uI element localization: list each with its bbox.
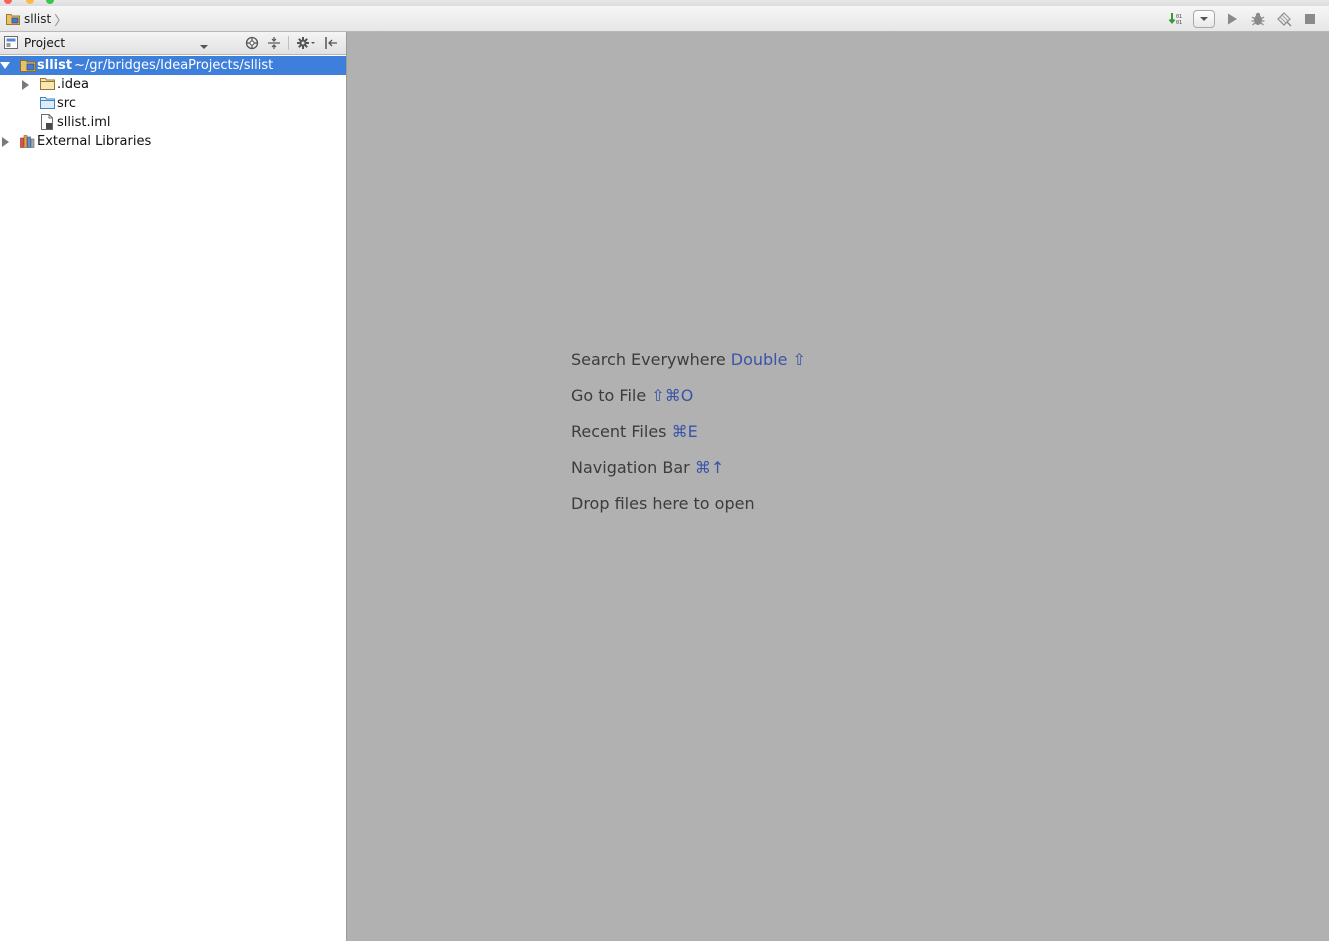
project-tree: sllist ~/gr/bridges/IdeaProjects/sllist … (0, 56, 346, 151)
gear-icon[interactable] (295, 35, 317, 51)
toolbar-separator (288, 36, 289, 50)
zoom-window-button[interactable] (46, 0, 54, 4)
project-module-icon (20, 58, 36, 72)
hint-text: Search Everywhere (571, 350, 726, 369)
libraries-icon (20, 134, 36, 148)
source-folder-icon (40, 97, 56, 111)
hint-navigation-bar: Navigation Bar ⌘↑ (571, 458, 806, 494)
hint-search-everywhere: Search Everywhere Double ⇧ (571, 350, 806, 386)
project-view-label: Project (24, 36, 66, 50)
hint-text: Go to File (571, 386, 647, 405)
empty-editor-hints: Search Everywhere Double ⇧ Go to File ⇧⌘… (571, 350, 806, 530)
navigation-bar: sllist 〉 01 01 (0, 6, 1329, 32)
project-panel-actions (244, 35, 339, 51)
module-file-icon (40, 114, 56, 130)
tree-item-project-root[interactable]: sllist ~/gr/bridges/IdeaProjects/sllist (0, 56, 346, 75)
debug-icon[interactable] (1249, 10, 1267, 28)
expand-arrow-right-icon[interactable] (20, 79, 30, 90)
editor-area[interactable]: Search Everywhere Double ⇧ Go to File ⇧⌘… (347, 32, 1329, 941)
close-window-button[interactable] (4, 0, 12, 4)
expand-arrow-down-icon[interactable] (0, 61, 10, 71)
breadcrumb[interactable]: sllist 〉 (6, 10, 68, 29)
project-view-icon (4, 36, 20, 50)
minimize-window-button[interactable] (26, 0, 34, 4)
build-icon[interactable]: 01 01 (1167, 10, 1185, 28)
chevron-down-icon (200, 39, 208, 53)
breadcrumb-separator-icon: 〉 (54, 13, 68, 29)
project-folder-icon (6, 13, 20, 25)
run-configuration-dropdown[interactable] (1193, 10, 1215, 28)
project-tool-window: Project sllist ~/gr/bridges/IdeaProjects… (0, 32, 347, 941)
ide-window: sllist 〉 01 01 Project sllist ~/gr/bridg… (0, 0, 1329, 941)
run-icon[interactable] (1223, 10, 1241, 28)
tree-item-src-folder[interactable]: src (0, 94, 346, 113)
svg-text:01: 01 (1176, 20, 1182, 26)
hide-panel-icon[interactable] (323, 35, 339, 51)
scroll-from-source-icon[interactable] (244, 35, 260, 51)
folder-icon (40, 78, 56, 92)
stop-icon[interactable] (1301, 10, 1319, 28)
tree-item-label: External Libraries (37, 134, 152, 149)
tree-item-label: sllist.iml (57, 115, 111, 130)
hint-drop-files: Drop files here to open (571, 494, 806, 530)
hint-shortcut: ⌘↑ (694, 458, 725, 477)
hint-go-to-file: Go to File ⇧⌘O (571, 386, 806, 422)
project-panel-header: Project (0, 32, 346, 55)
hint-text: Navigation Bar (571, 458, 690, 477)
hint-shortcut: ⇧⌘O (651, 386, 694, 405)
collapse-all-icon[interactable] (266, 35, 282, 51)
project-view-selector[interactable]: Project (4, 35, 208, 51)
hint-text: Drop files here to open (571, 494, 755, 513)
hint-recent-files: Recent Files ⌘E (571, 422, 806, 458)
tree-item-iml-file[interactable]: sllist.iml (0, 113, 346, 132)
expand-arrow-right-icon[interactable] (0, 136, 10, 147)
run-toolbar: 01 01 (1167, 9, 1319, 29)
hint-text: Recent Files (571, 422, 667, 441)
hint-shortcut: ⌘E (671, 422, 698, 441)
tree-item-path: ~/gr/bridges/IdeaProjects/sllist (74, 58, 274, 73)
tree-item-label: sllist (37, 58, 73, 73)
tree-item-external-libraries[interactable]: External Libraries (0, 132, 346, 151)
tree-item-label: .idea (57, 77, 89, 92)
hint-shortcut: Double ⇧ (730, 350, 806, 369)
tree-item-idea-folder[interactable]: .idea (0, 75, 346, 94)
chevron-down-icon (1200, 17, 1208, 21)
coverage-icon[interactable] (1275, 10, 1293, 28)
tree-item-label: src (57, 96, 76, 111)
breadcrumb-project[interactable]: sllist (24, 12, 51, 26)
